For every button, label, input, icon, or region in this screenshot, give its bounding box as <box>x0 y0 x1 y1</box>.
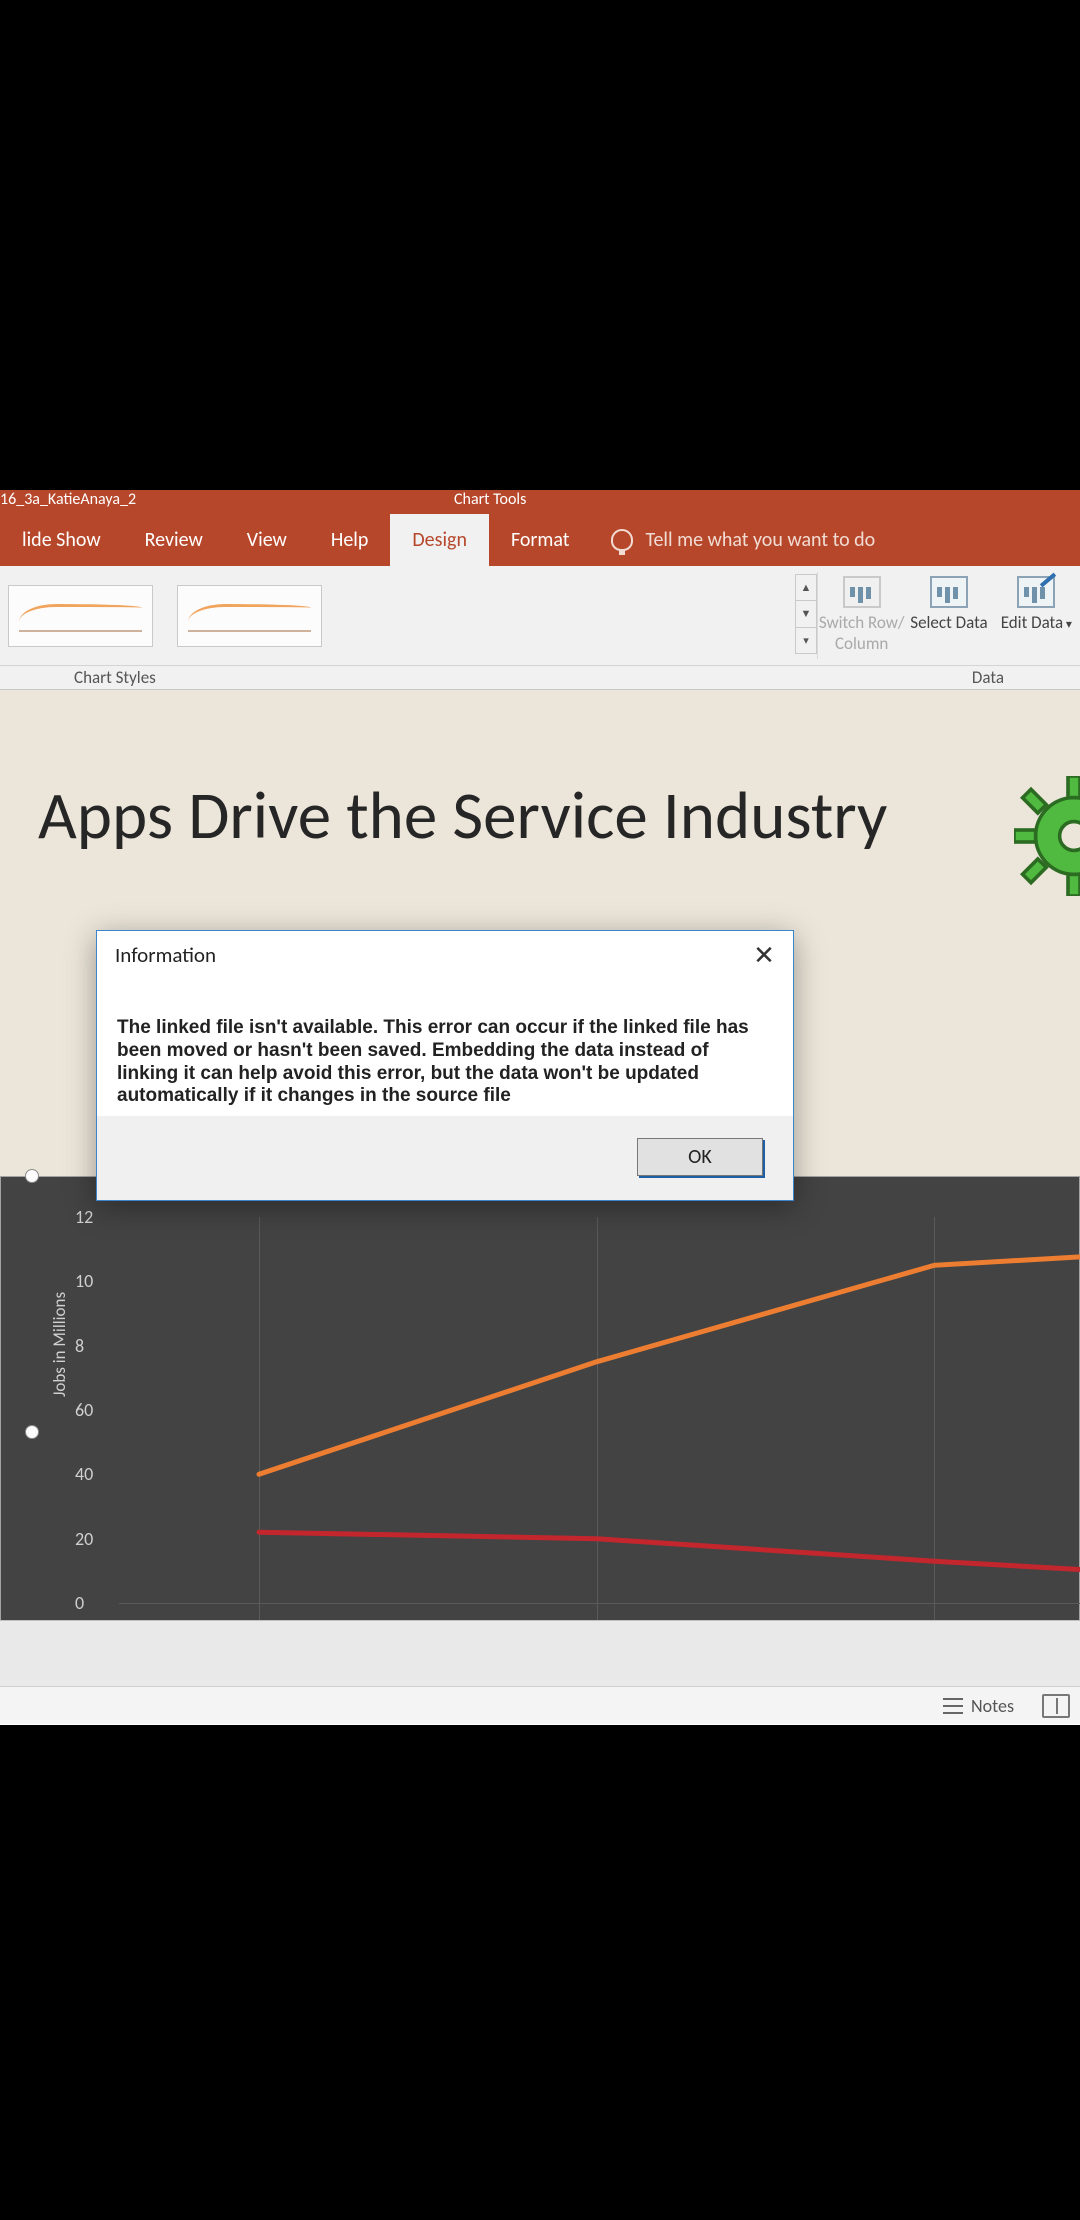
dialog-title-bar[interactable]: Information ✕ <box>97 931 793 975</box>
select-data-button[interactable]: Select Data <box>905 576 992 633</box>
normal-view-button[interactable] <box>1042 1694 1070 1718</box>
tab-review[interactable]: Review <box>123 514 225 566</box>
chart-styles-gallery[interactable] <box>0 566 795 665</box>
status-bar: Notes <box>0 1686 1080 1724</box>
notes-icon <box>943 1698 963 1714</box>
y-tick: 60 <box>75 1399 93 1421</box>
selection-handle[interactable] <box>25 1425 39 1439</box>
y-tick: 40 <box>75 1463 93 1485</box>
chart-style-thumb[interactable] <box>8 585 153 647</box>
ribbon: ▲ ▼ ▾ Switch Row/ Column Select Data Edi… <box>0 566 1080 666</box>
chart-styles-caption: Chart Styles <box>74 667 156 688</box>
selection-handle[interactable] <box>25 1169 39 1183</box>
gallery-scroller: ▲ ▼ ▾ <box>795 574 817 654</box>
tab-design[interactable]: Design <box>390 514 489 566</box>
switch-row-column-button: Switch Row/ Column <box>818 576 905 655</box>
tab-slide-show[interactable]: lide Show <box>0 514 123 566</box>
y-tick: 8 <box>75 1335 84 1357</box>
app-window: 16_3a_KatieAnaya_2 Chart Tools lide Show… <box>0 490 1080 1725</box>
tab-view[interactable]: View <box>225 514 309 566</box>
dialog-ok-button[interactable]: OK <box>637 1138 763 1176</box>
notes-pane[interactable] <box>0 1620 1080 1686</box>
chart-style-thumb[interactable] <box>177 585 322 647</box>
gallery-scroll-down[interactable]: ▼ <box>796 601 816 627</box>
ribbon-captions: Chart Styles Data <box>0 666 1080 690</box>
tab-help[interactable]: Help <box>309 514 391 566</box>
edit-data-icon <box>1017 576 1055 608</box>
y-tick: 0 <box>75 1592 84 1614</box>
edit-data-button[interactable]: Edit Data ▾ <box>993 576 1080 633</box>
tell-me-search[interactable]: Tell me what you want to do <box>591 514 1080 566</box>
tab-format[interactable]: Format <box>489 514 592 566</box>
dialog-button-row: OK <box>97 1116 793 1200</box>
chart-lines <box>119 1217 1080 1620</box>
y-tick: 20 <box>75 1528 93 1550</box>
data-caption: Data <box>972 667 1004 688</box>
chart-plot-area: Jobs in Millions 19751995201520250204060… <box>47 1187 1079 1620</box>
notes-toggle-button[interactable]: Notes <box>933 1695 1024 1717</box>
tell-me-placeholder: Tell me what you want to do <box>645 528 875 552</box>
gallery-scroll-up[interactable]: ▲ <box>796 575 816 601</box>
gallery-dropdown[interactable]: ▾ <box>796 628 816 653</box>
gear-icon <box>1014 776 1080 896</box>
select-data-icon <box>930 576 968 608</box>
context-tab-label: Chart Tools <box>454 490 526 509</box>
switch-row-column-icon <box>843 576 881 608</box>
chart-object[interactable]: Jobs in Millions 19751995201520250204060… <box>0 1176 1080 1620</box>
dialog-title: Information <box>115 942 216 968</box>
y-tick: 10 <box>75 1270 93 1292</box>
y-axis-label: Jobs in Millions <box>49 1292 70 1397</box>
dialog-message: The linked file isn't available. This er… <box>97 975 793 1116</box>
ribbon-tabs: lide Show Review View Help Design Format… <box>0 514 1080 566</box>
data-group: Switch Row/ Column Select Data Edit Data… <box>818 566 1080 665</box>
lightbulb-icon <box>611 529 633 551</box>
slide-title: Apps Drive the Service Industry <box>38 774 887 856</box>
y-tick: 12 <box>75 1206 93 1228</box>
notes-label: Notes <box>971 1695 1014 1717</box>
filename-label: 16_3a_KatieAnaya_2 <box>0 490 136 509</box>
information-dialog: Information ✕ The linked file isn't avai… <box>96 930 794 1201</box>
dialog-close-button[interactable]: ✕ <box>749 941 779 969</box>
title-bar: 16_3a_KatieAnaya_2 Chart Tools <box>0 490 1080 514</box>
